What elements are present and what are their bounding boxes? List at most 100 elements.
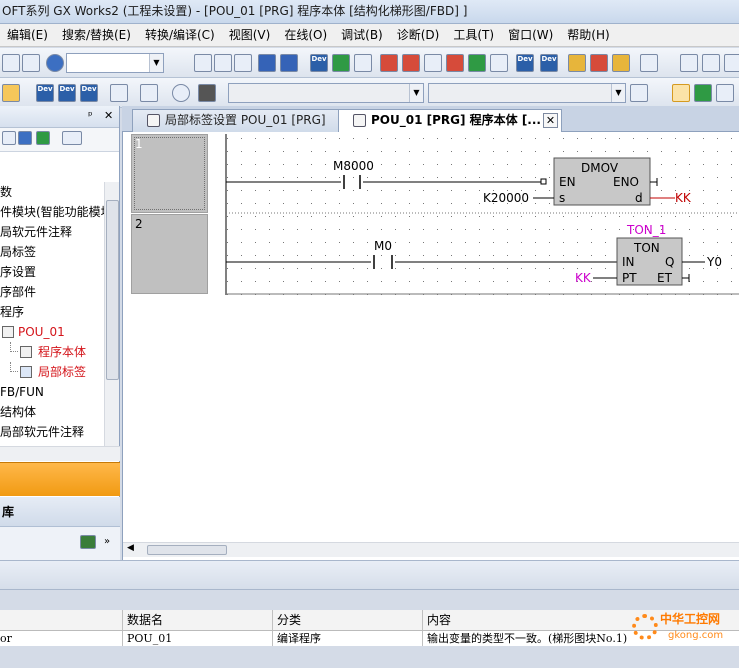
tree-item-local-device-comment[interactable]: 局部软元件注释 [0,422,104,442]
read-plc-icon[interactable] [354,54,372,72]
close-icon[interactable]: ✕ [104,109,113,122]
print-icon[interactable] [22,54,40,72]
table-row[interactable]: or POU_01 编译程序 输出变量的类型不一致。(梯形图块No.1) [0,631,739,646]
cut-icon[interactable] [194,54,212,72]
folder-icon[interactable] [2,131,16,145]
toolbar-combo[interactable]: ▼ [66,53,164,73]
target-combo[interactable]: ▼ [428,83,626,103]
navigation-icon[interactable] [2,84,20,102]
ladder-editor[interactable]: 1 2 M8000 DMOV EN ENO s d K20000 KK M0 T… [122,132,739,560]
tree-item-program-body[interactable]: 程序本体 [0,342,104,362]
y0-output-value[interactable]: Y0 [707,255,722,269]
menu-diagnostics[interactable]: 诊断(D) [390,25,447,46]
info-icon[interactable] [18,131,32,145]
dev-monitor-icon[interactable]: Dev [36,84,54,102]
dev-icon[interactable]: Dev [310,54,328,72]
paste-icon[interactable] [234,54,252,72]
tree-horizontal-scrollbar[interactable] [0,446,120,461]
menu-tools[interactable]: 工具(T) [446,25,501,46]
menu-convert-compile[interactable]: 转换/编译(C) [138,25,222,46]
scroll-thumb[interactable] [106,200,119,380]
monitor-icon[interactable] [380,54,398,72]
tab-local-label-setting[interactable]: 局部标签设置 POU_01 [PRG] [132,109,340,132]
undo-icon[interactable] [258,54,276,72]
m8000-label[interactable]: M8000 [333,159,374,173]
write-plc-icon[interactable] [332,54,350,72]
online-edit-icon[interactable] [568,54,586,72]
help-icon[interactable] [46,54,64,72]
copy-icon[interactable] [214,54,232,72]
k20000-value[interactable]: K20000 [483,191,529,205]
chevron-down-icon[interactable]: » [104,536,110,547]
monitor-stop-icon[interactable] [402,54,420,72]
tree-item-program[interactable]: 程序 [0,302,104,322]
scroll-thumb[interactable] [147,545,227,555]
monitor-window-icon[interactable] [640,54,658,72]
question-icon[interactable] [172,84,190,102]
find-contact-icon[interactable] [468,54,486,72]
dev-list-icon[interactable]: Dev [516,54,534,72]
watermark-title: 中华工控网 [660,612,721,626]
menu-search-replace[interactable]: 搜索/替换(E) [55,25,138,46]
cross-ref-icon[interactable] [490,54,508,72]
write-mode-icon[interactable] [694,84,712,102]
pin-icon[interactable]: ᵖ [88,109,93,122]
dev-register-icon[interactable]: Dev [80,84,98,102]
tab-program-body[interactable]: POU_01 [PRG] 程序本体 [... ✕ [338,109,562,132]
tree-item-global-device-comment[interactable]: 局软元件注释 [0,222,104,242]
tree-item-pou01[interactable]: POU_01 [0,322,104,342]
menu-edit[interactable]: 编辑(E) [0,25,55,46]
stop-icon[interactable] [612,54,630,72]
rung-number-2[interactable]: 2 [131,214,208,294]
rung-number-1[interactable]: 1 [131,134,208,213]
close-icon[interactable]: ✕ [543,113,558,128]
menu-debug[interactable]: 调试(B) [334,25,390,46]
library-icon[interactable] [80,535,96,549]
kk-input-value[interactable]: KK [575,271,591,285]
tree-item-local-label[interactable]: 局部标签 [0,362,104,382]
start-icon[interactable] [590,54,608,72]
ton-instance-label[interactable]: TON_1 [627,223,666,237]
ladder-line-icon[interactable] [724,54,739,72]
find-icon[interactable] [424,54,442,72]
tree-item-program-setting[interactable]: 序设置 [0,262,104,282]
library-section-header[interactable]: 库 [0,497,120,527]
tree-item-struct[interactable]: 结构体 [0,402,104,422]
watch-icon[interactable] [110,84,128,102]
tree-item-program-parts[interactable]: 序部件 [0,282,104,302]
ladder-contact-icon[interactable] [680,54,698,72]
tree-item-global-label[interactable]: 局标签 [0,242,104,262]
menu-view[interactable]: 视图(V) [222,25,278,46]
toolbar-row-1: ▼ Dev Dev Dev [0,48,739,78]
tree-item-fb-fun[interactable]: FB/FUN [0,382,104,402]
dev-use-icon[interactable]: Dev [540,54,558,72]
filter-icon[interactable] [62,131,82,145]
scope-combo[interactable]: ▼ [228,83,424,103]
tree-item-params[interactable]: 数 [0,182,104,202]
dev-batch-icon[interactable]: Dev [58,84,76,102]
editor-horizontal-scrollbar[interactable]: ◀ [123,542,739,557]
select-mode-icon[interactable] [672,84,690,102]
column-data-name[interactable]: 数据名 [122,610,272,630]
search-icon[interactable] [140,84,158,102]
m0-label[interactable]: M0 [374,239,392,253]
scroll-left-icon[interactable]: ◀ [127,543,134,553]
menu-window[interactable]: 窗口(W) [501,25,560,46]
tree-item-label: 局部标签 [38,365,87,379]
menu-help[interactable]: 帮助(H) [560,25,616,46]
navigation-section-bar[interactable] [0,462,120,496]
column-category[interactable]: 分类 [272,610,422,630]
menu-online[interactable]: 在线(O) [277,25,334,46]
find-next-icon[interactable] [630,84,648,102]
kk-output-value[interactable]: KK [675,191,691,205]
en-connector [540,178,547,185]
read-mode-icon[interactable] [716,84,734,102]
refresh-icon[interactable] [36,131,50,145]
save-icon[interactable] [2,54,20,72]
binoculars-icon[interactable] [198,84,216,102]
tree-item-intelligent-module[interactable]: 件模块(智能功能模块 [0,202,104,222]
tree-vertical-scrollbar[interactable] [104,182,119,446]
redo-icon[interactable] [280,54,298,72]
ladder-coil-icon[interactable] [702,54,720,72]
find-device-icon[interactable] [446,54,464,72]
